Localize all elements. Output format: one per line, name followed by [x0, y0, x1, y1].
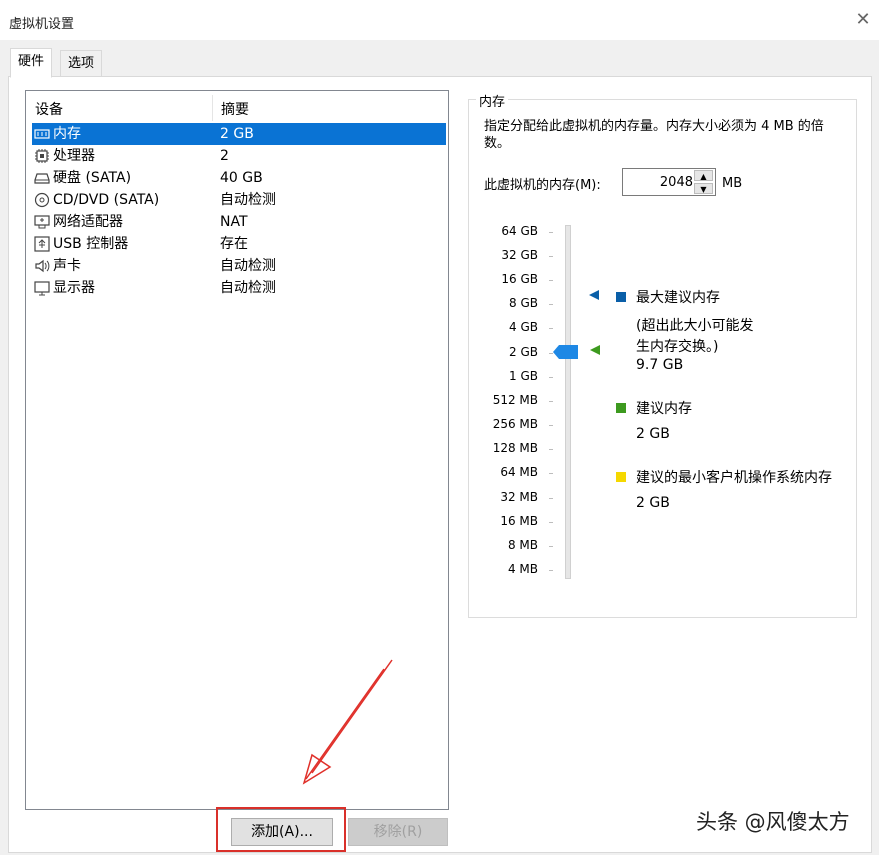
- device-name: CD/DVD (SATA): [53, 192, 160, 208]
- scale-label: 4 MB: [507, 562, 538, 576]
- add-button[interactable]: 添加(A)...: [231, 818, 333, 846]
- memory-slider-thumb[interactable]: [553, 344, 579, 360]
- device-summary: 自动检测: [220, 258, 276, 274]
- scale-label: 32 GB: [501, 248, 538, 262]
- device-summary: 存在: [220, 236, 248, 252]
- memory-slider-track[interactable]: [565, 225, 571, 579]
- scale-label: 512 MB: [492, 393, 538, 407]
- recommended-marker-icon: [590, 345, 600, 355]
- scale-tick: [549, 425, 553, 426]
- memory-unit: MB: [722, 176, 743, 191]
- network-adapter-icon: [34, 215, 50, 229]
- display-icon: [34, 281, 50, 296]
- device-name: 硬盘 (SATA): [53, 170, 132, 186]
- usb-icon: [34, 236, 50, 252]
- device-summary: 自动检测: [220, 280, 276, 296]
- column-header-device[interactable]: 设备: [35, 99, 63, 119]
- max-legend-swatch: [616, 292, 626, 302]
- hard-disk-icon: [34, 173, 50, 184]
- device-row-sound-card[interactable]: 声卡 自动检测: [32, 255, 446, 277]
- scale-label: 4 GB: [509, 320, 538, 334]
- close-icon[interactable]: ✕: [852, 9, 874, 31]
- device-row-memory[interactable]: 内存 2 GB: [32, 123, 446, 145]
- spin-up-icon[interactable]: ▲: [694, 170, 713, 181]
- scale-tick: [549, 280, 553, 281]
- memory-field-label: 此虚拟机的内存(M):: [484, 178, 601, 193]
- scale-label: 8 GB: [509, 296, 538, 310]
- scale-tick: [549, 498, 553, 499]
- min-legend-swatch: [616, 472, 626, 482]
- scale-tick: [549, 522, 553, 523]
- scale-label: 16 MB: [500, 514, 538, 528]
- device-row-hard-disk[interactable]: 硬盘 (SATA) 40 GB: [32, 167, 446, 189]
- scale-tick: [549, 328, 553, 329]
- scale-tick: [549, 377, 553, 378]
- scale-tick: [549, 546, 553, 547]
- recommended-legend-title: 建议内存: [636, 401, 692, 417]
- device-name: 网络适配器: [53, 214, 123, 230]
- scale-tick: [549, 304, 553, 305]
- title-bar: 虚拟机设置 ✕: [0, 0, 879, 40]
- scale-label: 1 GB: [509, 369, 538, 383]
- memory-input[interactable]: [623, 169, 697, 195]
- tab-options[interactable]: 选项: [60, 50, 103, 78]
- scale-label: 64 MB: [500, 465, 538, 479]
- scale-label: 16 GB: [501, 272, 538, 286]
- device-name: 处理器: [53, 148, 95, 164]
- device-name: USB 控制器: [53, 236, 129, 252]
- device-name: 声卡: [53, 258, 81, 274]
- window-title: 虚拟机设置: [9, 17, 75, 32]
- max-legend-note: (超出此大小可能发生内存交换。): [636, 318, 754, 355]
- device-summary: 2: [220, 148, 229, 164]
- annotation-arrow-icon: [302, 659, 393, 785]
- scale-label: 8 MB: [507, 538, 538, 552]
- remove-button: 移除(R): [348, 818, 448, 846]
- device-row-cd-dvd[interactable]: CD/DVD (SATA) 自动检测: [32, 189, 446, 211]
- device-name: 显示器: [53, 280, 95, 296]
- recommended-legend-swatch: [616, 403, 626, 413]
- scale-tick: [549, 256, 553, 257]
- column-header-summary[interactable]: 摘要: [221, 99, 249, 119]
- device-row-network-adapter[interactable]: 网络适配器 NAT: [32, 211, 446, 233]
- device-summary: 2 GB: [220, 126, 254, 142]
- scale-tick: [549, 232, 553, 233]
- memory-group-label: 内存: [476, 91, 509, 110]
- scale-label: 256 MB: [492, 417, 538, 431]
- processor-icon: [35, 149, 49, 163]
- max-marker-icon: [589, 290, 599, 300]
- device-summary: 40 GB: [220, 170, 263, 186]
- memory-spinner[interactable]: ▲ ▼: [622, 168, 716, 196]
- scale-label: 32 MB: [500, 490, 538, 504]
- scale-tick: [549, 401, 553, 402]
- scale-label: 2 GB: [509, 345, 538, 359]
- device-row-usb-controller[interactable]: USB 控制器 存在: [32, 233, 446, 255]
- memory-description: 指定分配给此虚拟机的内存量。内存大小必须为 4 MB 的倍数。: [484, 119, 824, 151]
- sound-icon: [35, 259, 50, 273]
- device-name: 内存: [53, 126, 81, 142]
- min-legend-title: 建议的最小客户机操作系统内存: [636, 470, 832, 486]
- tab-hardware[interactable]: 硬件: [10, 48, 53, 78]
- device-summary: NAT: [220, 214, 248, 230]
- scale-tick: [549, 449, 553, 450]
- device-summary: 自动检测: [220, 192, 276, 208]
- scale-label: 128 MB: [492, 441, 538, 455]
- memory-icon: [34, 129, 50, 139]
- min-legend-value: 2 GB: [636, 495, 670, 511]
- scale-label: 64 GB: [501, 224, 538, 238]
- watermark: 头条 @风傻太方: [696, 810, 850, 834]
- scale-tick: [549, 473, 553, 474]
- recommended-legend-value: 2 GB: [636, 426, 670, 442]
- max-legend-title: 最大建议内存: [636, 290, 720, 306]
- cd-dvd-icon: [34, 192, 50, 208]
- device-row-display[interactable]: 显示器 自动检测: [32, 277, 446, 299]
- device-row-processor[interactable]: 处理器 2: [32, 145, 446, 167]
- scale-tick: [549, 570, 553, 571]
- spin-down-icon[interactable]: ▼: [694, 183, 713, 194]
- column-separator[interactable]: [212, 95, 213, 121]
- max-legend-value: 9.7 GB: [636, 357, 684, 373]
